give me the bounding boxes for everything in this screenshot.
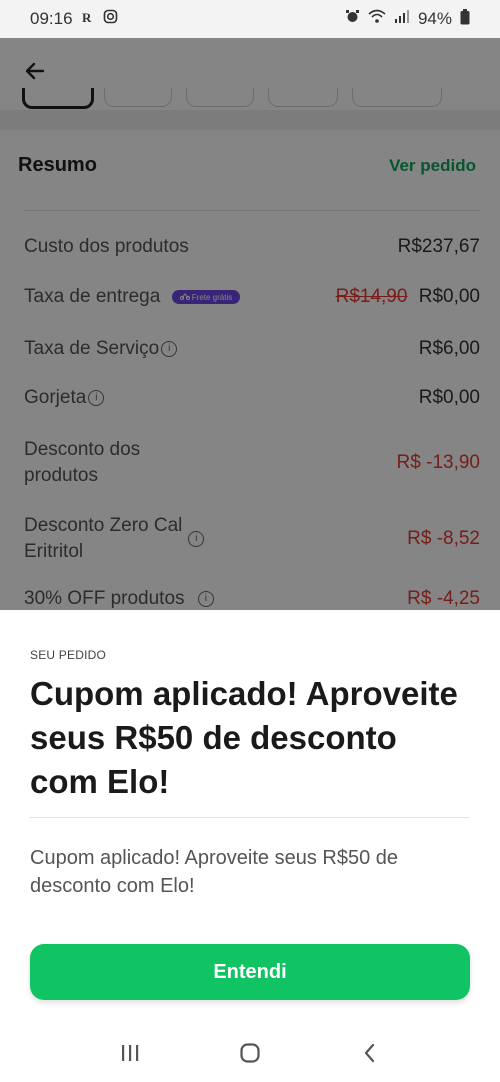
sheet-description: Cupom aplicado! Aproveite seus R$50 de d… bbox=[30, 847, 399, 897]
status-right: 94% bbox=[345, 8, 470, 30]
signal-icon bbox=[394, 9, 410, 29]
sheet-divider bbox=[30, 817, 470, 818]
modal-backdrop[interactable] bbox=[0, 38, 500, 610]
status-bar: 09:16 R 94% bbox=[0, 0, 500, 38]
home-button[interactable] bbox=[230, 1033, 270, 1073]
system-nav-bar bbox=[0, 1024, 500, 1082]
instagram-icon bbox=[103, 9, 118, 29]
alarm-icon bbox=[345, 9, 360, 29]
bottom-sheet: SEU PEDIDO Cupom aplicado! Aproveite seu… bbox=[0, 610, 500, 1082]
battery-percent: 94% bbox=[417, 9, 452, 28]
home-icon bbox=[240, 1043, 260, 1063]
sheet-label: SEU PEDIDO bbox=[30, 648, 107, 662]
wifi-icon bbox=[368, 9, 386, 29]
svg-text:R: R bbox=[82, 10, 92, 24]
recent-apps-button[interactable] bbox=[110, 1033, 150, 1073]
sheet-title: Cupom aplicado! Aproveite seus R$50 de d… bbox=[30, 675, 458, 800]
understood-button[interactable]: Entendi bbox=[30, 944, 470, 1000]
status-time: 09:16 bbox=[30, 9, 73, 28]
back-nav-button[interactable] bbox=[350, 1033, 390, 1073]
recent-apps-icon bbox=[122, 1045, 139, 1061]
status-left: 09:16 R bbox=[30, 9, 118, 29]
chevron-left-icon bbox=[364, 1043, 375, 1063]
battery-icon bbox=[460, 8, 470, 30]
app-r-icon: R bbox=[81, 10, 95, 29]
